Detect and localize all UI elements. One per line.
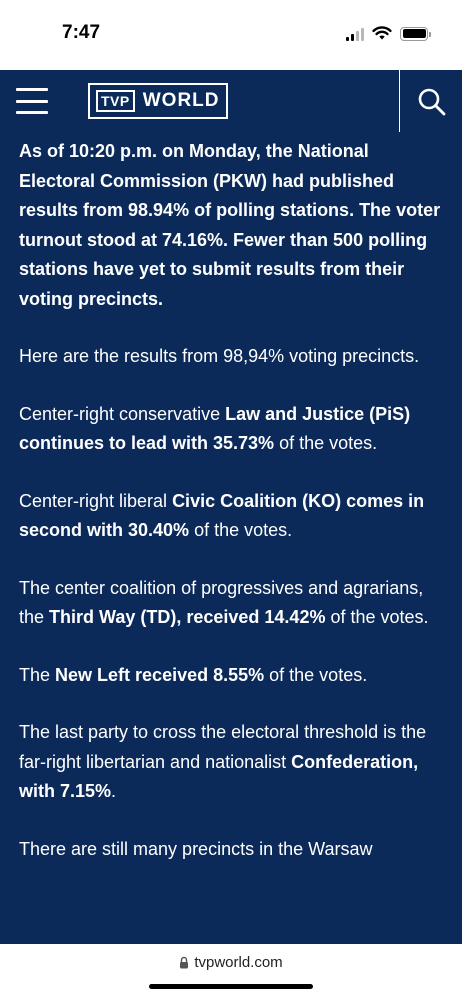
article-paragraph: The center coalition of progressives and… xyxy=(19,577,429,628)
battery-icon xyxy=(400,26,431,41)
home-indicator[interactable] xyxy=(149,984,313,989)
article-paragraph: Here are the results from 98,94% voting … xyxy=(19,346,420,366)
status-icons xyxy=(346,26,431,41)
status-time: 7:47 xyxy=(62,22,101,43)
article-paragraph: Center-right conservative Law and Justic… xyxy=(19,403,411,454)
cellular-signal-icon xyxy=(346,27,364,41)
site-logo[interactable]: TVP WORLD xyxy=(88,83,228,119)
article-paragraph: The New Left received 8.55% of the votes… xyxy=(19,664,368,685)
lock-icon xyxy=(180,956,189,969)
status-bar: 7:47 xyxy=(0,0,462,70)
article-paragraph: The last party to cross the electoral th… xyxy=(19,722,427,801)
article-lead: As of 10:20 p.m. on Monday, the National… xyxy=(19,141,441,309)
hamburger-menu-icon[interactable] xyxy=(16,88,48,114)
article-body: As of 10:20 p.m. on Monday, the National… xyxy=(0,132,462,944)
logo-world: WORLD xyxy=(142,90,220,111)
url-display[interactable]: tvpworld.com xyxy=(0,954,462,971)
nav-divider xyxy=(399,70,400,132)
wifi-icon xyxy=(372,26,392,40)
article-paragraph: There are still many precincts in the Wa… xyxy=(19,838,373,859)
logo-tvp: TVP xyxy=(96,90,135,112)
url-text: tvpworld.com xyxy=(194,954,283,971)
search-icon[interactable] xyxy=(416,86,448,118)
site-header: TVP WORLD xyxy=(0,70,462,132)
browser-address-bar[interactable]: tvpworld.com xyxy=(0,944,462,1000)
article-paragraph: Center-right liberal Civic Coalition (KO… xyxy=(19,490,425,541)
